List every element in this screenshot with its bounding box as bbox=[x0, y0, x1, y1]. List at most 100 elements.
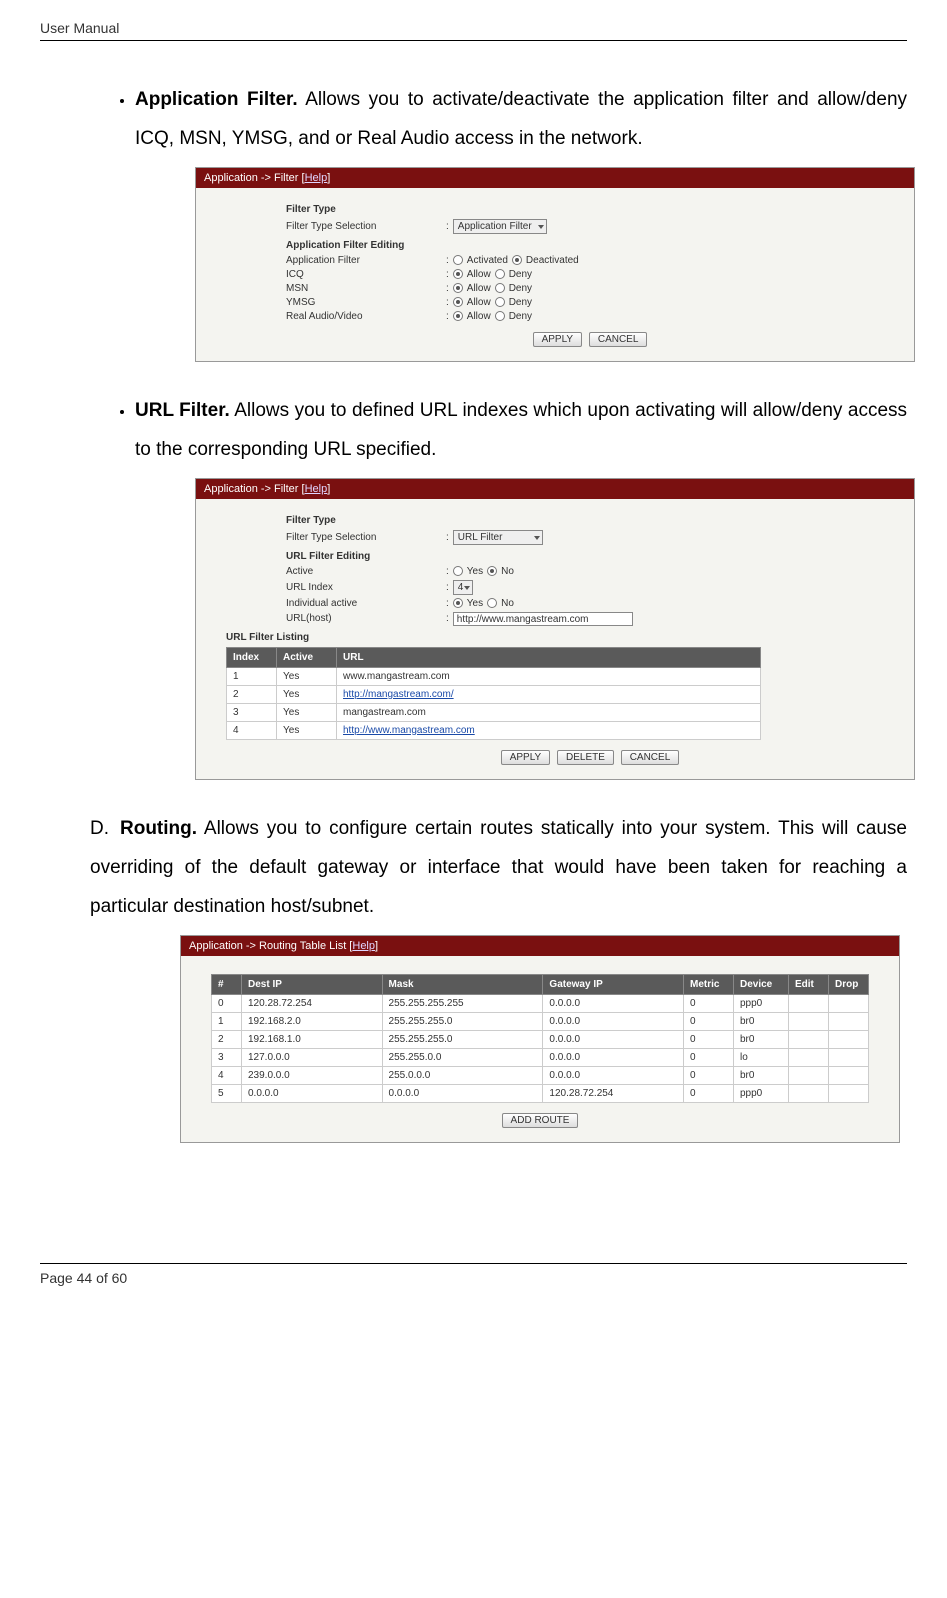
filter-type-select[interactable]: Application Filter bbox=[453, 219, 547, 234]
cell-url[interactable]: http://www.mangastream.com bbox=[337, 721, 761, 739]
cell-active: Yes bbox=[277, 685, 337, 703]
cell-edit[interactable] bbox=[789, 1030, 829, 1048]
radio-msn-deny[interactable] bbox=[495, 283, 505, 293]
table-row: 50.0.0.00.0.0.0120.28.72.2540ppp0 bbox=[212, 1084, 869, 1102]
col-edit: Edit bbox=[789, 974, 829, 994]
cell-index: 1 bbox=[227, 667, 277, 685]
cell-drop[interactable] bbox=[829, 1084, 869, 1102]
titlebar: Application -> Routing Table List [Help] bbox=[181, 936, 899, 956]
col-url: URL bbox=[337, 647, 761, 667]
top-rule bbox=[40, 40, 907, 41]
section-head: Filter Type bbox=[286, 515, 894, 526]
radio-ymsg-deny[interactable] bbox=[495, 297, 505, 307]
url-index-select[interactable]: 4 bbox=[453, 580, 473, 595]
radio-active-no[interactable] bbox=[487, 566, 497, 576]
bullet-app-filter: Application Filter. Allows you to activa… bbox=[135, 81, 907, 362]
url-filter-table: Index Active URL 1Yeswww.mangastream.com… bbox=[226, 647, 761, 740]
cell-mask: 255.255.255.0 bbox=[382, 1012, 543, 1030]
section-body: Allows you to configure certain routes s… bbox=[90, 818, 907, 917]
radio-msn-allow[interactable] bbox=[453, 283, 463, 293]
col-dest: Dest IP bbox=[242, 974, 383, 994]
add-route-button[interactable]: ADD ROUTE bbox=[502, 1113, 579, 1128]
cell-active: Yes bbox=[277, 667, 337, 685]
page-footer: Page 44 of 60 bbox=[40, 1270, 907, 1286]
apply-button[interactable]: APPLY bbox=[533, 332, 583, 347]
cell-gw: 120.28.72.254 bbox=[543, 1084, 684, 1102]
screenshot-routing: Application -> Routing Table List [Help]… bbox=[180, 935, 900, 1143]
radio-icq-allow[interactable] bbox=[453, 269, 463, 279]
cell-num: 0 bbox=[212, 994, 242, 1012]
label: Individual active bbox=[286, 598, 446, 609]
cell-gw: 0.0.0.0 bbox=[543, 994, 684, 1012]
cell-gw: 0.0.0.0 bbox=[543, 1030, 684, 1048]
cell-num: 5 bbox=[212, 1084, 242, 1102]
cell-num: 3 bbox=[212, 1048, 242, 1066]
cell-dest: 192.168.2.0 bbox=[242, 1012, 383, 1030]
filter-type-select[interactable]: URL Filter bbox=[453, 530, 543, 545]
cell-dev: br0 bbox=[734, 1030, 789, 1048]
cell-drop[interactable] bbox=[829, 1066, 869, 1084]
cell-gw: 0.0.0.0 bbox=[543, 1048, 684, 1066]
section-head: Filter Type bbox=[286, 204, 894, 215]
radio-ymsg-allow[interactable] bbox=[453, 297, 463, 307]
radio-indiv-yes[interactable] bbox=[453, 598, 463, 608]
col-mask: Mask bbox=[382, 974, 543, 994]
screenshot-url-filter: Application -> Filter [Help] Filter Type… bbox=[195, 478, 915, 780]
cell-edit[interactable] bbox=[789, 1066, 829, 1084]
cell-drop[interactable] bbox=[829, 1012, 869, 1030]
col-active: Active bbox=[277, 647, 337, 667]
cancel-button[interactable]: CANCEL bbox=[589, 332, 648, 347]
bullet-title: Application Filter. bbox=[135, 89, 298, 110]
cell-metric: 0 bbox=[684, 1048, 734, 1066]
cell-mask: 0.0.0.0 bbox=[382, 1084, 543, 1102]
cell-drop[interactable] bbox=[829, 994, 869, 1012]
cell-dest: 0.0.0.0 bbox=[242, 1084, 383, 1102]
cell-dev: ppp0 bbox=[734, 994, 789, 1012]
radio-deactivated[interactable] bbox=[512, 255, 522, 265]
cell-edit[interactable] bbox=[789, 1084, 829, 1102]
cell-edit[interactable] bbox=[789, 1012, 829, 1030]
cell-metric: 0 bbox=[684, 1030, 734, 1048]
cell-mask: 255.255.255.255 bbox=[382, 994, 543, 1012]
radio-icq-deny[interactable] bbox=[495, 269, 505, 279]
cancel-button[interactable]: CANCEL bbox=[621, 750, 680, 765]
cell-dest: 120.28.72.254 bbox=[242, 994, 383, 1012]
cell-active: Yes bbox=[277, 721, 337, 739]
help-link[interactable]: Help bbox=[305, 483, 328, 495]
cell-drop[interactable] bbox=[829, 1030, 869, 1048]
routing-table: # Dest IP Mask Gateway IP Metric Device … bbox=[211, 974, 869, 1103]
bottom-rule bbox=[40, 1263, 907, 1264]
cell-index: 3 bbox=[227, 703, 277, 721]
apply-button[interactable]: APPLY bbox=[501, 750, 551, 765]
cell-metric: 0 bbox=[684, 994, 734, 1012]
radio-activated[interactable] bbox=[453, 255, 463, 265]
radio-indiv-no[interactable] bbox=[487, 598, 497, 608]
radio-active-yes[interactable] bbox=[453, 566, 463, 576]
radio-rav-allow[interactable] bbox=[453, 311, 463, 321]
cell-drop[interactable] bbox=[829, 1048, 869, 1066]
cell-url[interactable]: http://mangastream.com/ bbox=[337, 685, 761, 703]
radio-rav-deny[interactable] bbox=[495, 311, 505, 321]
cell-dev: ppp0 bbox=[734, 1084, 789, 1102]
label: Filter Type Selection bbox=[286, 221, 446, 232]
cell-dest: 127.0.0.0 bbox=[242, 1048, 383, 1066]
label: Filter Type Selection bbox=[286, 532, 446, 543]
section-head: Application Filter Editing bbox=[286, 240, 894, 251]
cell-mask: 255.255.255.0 bbox=[382, 1030, 543, 1048]
cell-metric: 0 bbox=[684, 1012, 734, 1030]
cell-metric: 0 bbox=[684, 1084, 734, 1102]
col-metric: Metric bbox=[684, 974, 734, 994]
help-link[interactable]: Help bbox=[305, 172, 328, 184]
cell-edit[interactable] bbox=[789, 1048, 829, 1066]
cell-edit[interactable] bbox=[789, 994, 829, 1012]
url-host-input[interactable]: http://www.mangastream.com bbox=[453, 612, 633, 626]
cell-metric: 0 bbox=[684, 1066, 734, 1084]
titlebar: Application -> Filter [Help] bbox=[196, 479, 914, 499]
delete-button[interactable]: DELETE bbox=[557, 750, 614, 765]
cell-gw: 0.0.0.0 bbox=[543, 1012, 684, 1030]
section-head: URL Filter Listing bbox=[226, 632, 894, 643]
letter: D. bbox=[90, 810, 120, 849]
help-link[interactable]: Help bbox=[352, 940, 375, 952]
cell-num: 1 bbox=[212, 1012, 242, 1030]
label: Real Audio/Video bbox=[286, 311, 446, 322]
